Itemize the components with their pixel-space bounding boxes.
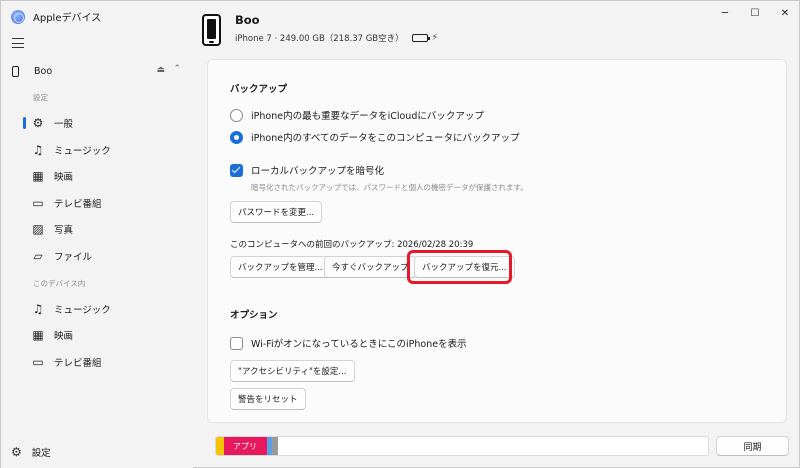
wifi-checkbox[interactable] (230, 336, 243, 350)
sidebar-device-name: Boo (34, 65, 53, 77)
device-name: Boo (235, 13, 260, 27)
iphone-icon (12, 65, 19, 77)
restore-button-highlight (407, 250, 512, 284)
manage-backups-button[interactable]: バックアップを管理... (230, 256, 331, 278)
storage-usage-bar: アプリ (215, 436, 709, 456)
sidebar-item-music[interactable]: ♫ ミュージック (21, 139, 189, 161)
film-icon: ▦ (32, 169, 44, 183)
tv-icon: ▭ (32, 355, 44, 369)
sidebar-item-label: テレビ番組 (54, 199, 102, 210)
iphone-icon (202, 14, 221, 46)
music-note-icon: ♫ (32, 143, 44, 157)
sidebar-settings-button[interactable]: ⚙ 設定 (11, 445, 51, 459)
app-title-bar: Appleデバイス (11, 9, 101, 24)
backup-section-title: バックアップ (230, 84, 288, 95)
chevron-up-icon[interactable]: ⌃ (173, 64, 181, 74)
storage-apps-label: アプリ (233, 441, 257, 451)
app-window: Appleデバイス Boo ⏏ ⌃ 設定 ⚙ 一般 ♫ ミュージック ▦ 映画 … (0, 0, 800, 468)
sidebar-item-label: テレビ番組 (54, 358, 102, 369)
reset-warnings-button[interactable]: 警告をリセット (230, 388, 306, 410)
device-model-storage: iPhone 7 · 249.00 GB（218.37 GB空き） (235, 34, 404, 44)
close-button[interactable]: ✕ (771, 4, 799, 22)
backup-icloud-option[interactable]: iPhone内の最も重要なデータをiCloudにバックアップ (230, 108, 484, 122)
sidebar: Appleデバイス Boo ⏏ ⌃ 設定 ⚙ 一般 ♫ ミュージック ▦ 映画 … (1, 1, 193, 468)
change-password-button[interactable]: パスワードを変更... (230, 201, 323, 223)
sidebar-item-device-tv-shows[interactable]: ▭ テレビ番組 (21, 351, 189, 373)
wifi-sync-option[interactable]: Wi-Fiがオンになっているときにこのi​Phoneを表示 (230, 336, 467, 350)
backup-computer-option[interactable]: iPhone内のすべてのデータをこのコンピュータにバックアップ (230, 130, 520, 144)
section-label-on-device: このデバイス内 (33, 279, 86, 288)
music-note-icon: ♫ (32, 302, 44, 316)
wifi-label: Wi-Fiがオンになっているときにこのi​Phoneを表示 (251, 339, 467, 350)
sidebar-item-general[interactable]: ⚙ 一般 (21, 112, 189, 134)
sidebar-item-device-music[interactable]: ♫ ミュージック (21, 298, 189, 320)
battery-icon (411, 34, 430, 42)
sidebar-item-photos[interactable]: ▨ 写真 (21, 218, 189, 240)
sidebar-settings-label: 設定 (31, 448, 51, 459)
apple-devices-logo-icon (11, 9, 25, 24)
general-settings-panel: バックアップ iPhone内の最も重要なデータをiCloudにバックアップ iP… (207, 59, 787, 423)
sidebar-item-movies[interactable]: ▦ 映画 (21, 165, 189, 187)
sidebar-item-label: 映画 (54, 331, 74, 342)
minimize-button[interactable]: ─ (711, 4, 739, 22)
encrypt-note: 暗号化されたバックアップでは、パスワードと個人の機密データが保護されます。 (251, 183, 528, 192)
encrypt-checkbox[interactable] (230, 163, 243, 177)
section-label-settings: 設定 (33, 93, 48, 102)
app-title: Appleデバイス (33, 13, 102, 24)
sidebar-item-label: 映画 (54, 172, 74, 183)
eject-icon[interactable]: ⏏ (156, 65, 165, 75)
sidebar-item-tv-shows[interactable]: ▭ テレビ番組 (21, 192, 189, 214)
options-section-title: オプション (230, 310, 278, 321)
film-icon: ▦ (32, 328, 44, 342)
accessibility-button[interactable]: "アクセシビリティ"を設定... (230, 360, 355, 382)
radio-button[interactable] (230, 108, 243, 122)
maximize-button[interactable]: ☐ (741, 4, 769, 22)
backup-now-button[interactable]: 今すぐバックアップ (324, 256, 417, 278)
gear-icon: ⚙ (11, 445, 22, 459)
radio-label: iPhone内の最も重要なデータをiCloudにバックアップ (251, 111, 484, 122)
sidebar-item-device-movies[interactable]: ▦ 映画 (21, 324, 189, 346)
storage-segment-other (216, 437, 224, 455)
sidebar-item-label: ファイル (54, 252, 93, 263)
sidebar-device-row[interactable]: Boo ⏏ ⌃ (9, 61, 187, 81)
storage-segment-apps: アプリ (224, 437, 267, 455)
gear-icon: ⚙ (32, 116, 44, 130)
encrypt-label: ローカルバックアップを暗号化 (251, 166, 385, 177)
charging-bolt-icon: ⚡ (431, 33, 438, 43)
menu-icon[interactable] (12, 38, 24, 48)
sidebar-item-label: 一般 (54, 119, 74, 130)
sidebar-item-files[interactable]: ▱ ファイル (21, 245, 189, 267)
sidebar-item-label: 写真 (54, 225, 74, 236)
photo-icon: ▨ (32, 222, 44, 236)
folder-icon: ▱ (33, 249, 43, 263)
tv-icon: ▭ (32, 196, 44, 210)
sync-button[interactable]: 同期 (716, 436, 789, 456)
encrypt-backup-option[interactable]: ローカルバックアップを暗号化 (230, 163, 384, 177)
sidebar-item-label: ミュージック (54, 305, 111, 316)
device-header: Boo iPhone 7 · 249.00 GB（218.37 GB空き） ⚡ … (193, 1, 800, 61)
radio-button-selected[interactable] (230, 130, 243, 144)
last-backup-text: このコンピュータへの前回のバックアップ: 2026/02/28 20:39 (230, 240, 474, 250)
radio-label: iPhone内のすべてのデータをこのコンピュータにバックアップ (251, 133, 520, 144)
storage-segment-free (278, 437, 708, 455)
device-info: iPhone 7 · 249.00 GB（218.37 GB空き） ⚡ (235, 32, 438, 44)
sidebar-item-label: ミュージック (54, 146, 111, 157)
